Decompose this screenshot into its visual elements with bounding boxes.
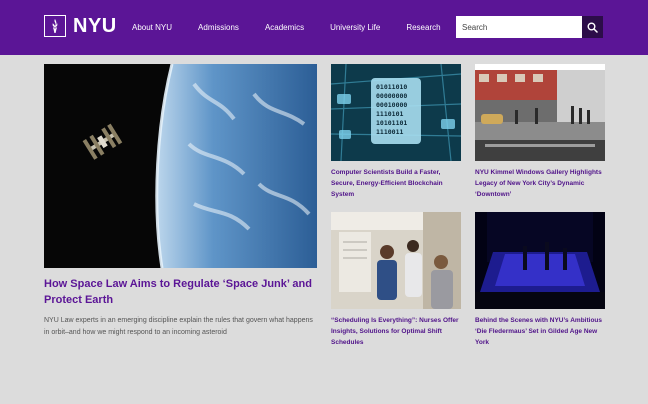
stage-photo-image[interactable]: [475, 212, 605, 309]
story-card-downtown[interactable]: NYU Kimmel Windows Gallery Highlights Le…: [475, 64, 605, 200]
feature-story[interactable]: How Space Law Aims to Regulate ‘Space Ju…: [44, 64, 317, 338]
story-card-blockchain[interactable]: 01011010 00000000 00010000 1110101 10101…: [331, 64, 461, 200]
card-title[interactable]: Computer Scientists Build a Faster, Secu…: [331, 167, 461, 200]
binary-line: 01011010: [376, 83, 407, 91]
nurses-photo-image[interactable]: [331, 212, 461, 309]
binary-line: 00010000: [376, 101, 407, 109]
story-card-fledermaus[interactable]: Behind the Scenes with NYU’s Ambitious ‘…: [475, 212, 605, 348]
blockchain-image[interactable]: 01011010 00000000 00010000 1110101 10101…: [331, 64, 461, 161]
card-title[interactable]: Behind the Scenes with NYU’s Ambitious ‘…: [475, 315, 605, 348]
search-icon: [587, 22, 598, 33]
search-input[interactable]: [456, 16, 582, 38]
search-box: [456, 16, 603, 38]
feature-description: NYU Law experts in an emerging disciplin…: [44, 317, 313, 336]
binary-line: 10101101: [376, 119, 407, 127]
site-header: NYU About NYU Admissions Academics Unive…: [0, 0, 648, 55]
card-title[interactable]: NYU Kimmel Windows Gallery Highlights Le…: [475, 167, 605, 200]
binary-line: 1110011: [376, 128, 403, 136]
nav-admissions[interactable]: Admissions: [198, 23, 239, 32]
story-card-nurses[interactable]: “Scheduling Is Everything”: Nurses Offer…: [331, 212, 461, 348]
nav-about[interactable]: About NYU: [132, 23, 172, 32]
nav-university-life[interactable]: University Life: [330, 23, 380, 32]
search-button[interactable]: [582, 16, 603, 38]
nav-research[interactable]: Research: [406, 23, 440, 32]
space-station-image[interactable]: [44, 64, 317, 268]
card-title[interactable]: “Scheduling Is Everything”: Nurses Offer…: [331, 315, 461, 348]
binary-line: 00000000: [376, 92, 407, 100]
feature-title[interactable]: How Space Law Aims to Regulate ‘Space Ju…: [44, 276, 317, 308]
binary-line: 1110101: [376, 110, 403, 118]
nav-academics[interactable]: Academics: [265, 23, 304, 32]
main-nav: About NYU Admissions Academics Universit…: [0, 0, 467, 55]
street-photo-image[interactable]: [475, 64, 605, 161]
